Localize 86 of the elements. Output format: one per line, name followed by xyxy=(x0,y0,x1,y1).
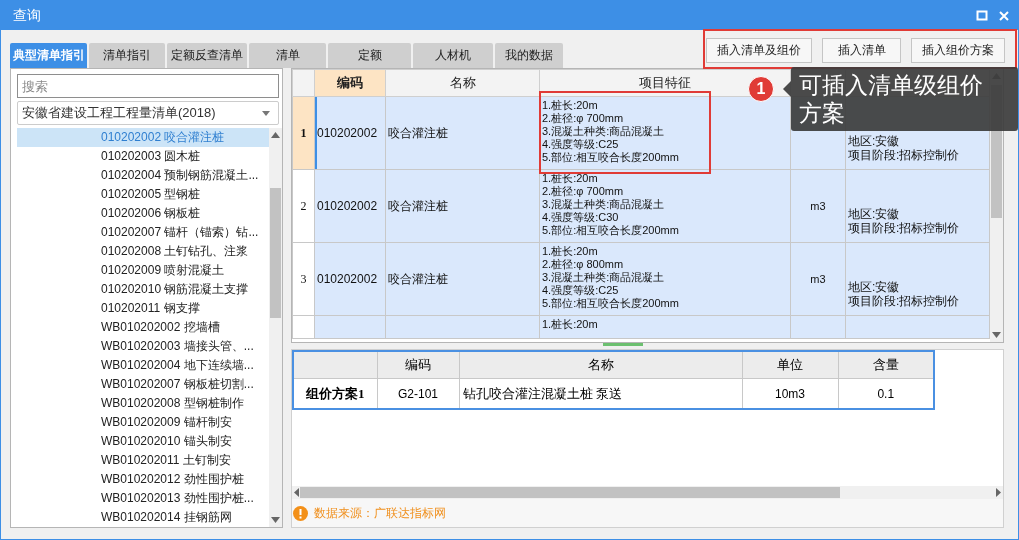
list-item[interactable]: 010202009 喷射混凝土 xyxy=(17,261,269,280)
list-item[interactable]: WB010202011 土钉制安 xyxy=(17,451,269,470)
column-header: 含量 xyxy=(838,351,934,379)
list-item[interactable]: WB010202012 劲性围护桩 xyxy=(17,470,269,489)
remark-line: 地区:安徽 xyxy=(848,134,901,148)
tooltip: 可插入清单级组价方案 xyxy=(783,67,1018,131)
list-item[interactable]: 010202005 型钢桩 xyxy=(17,185,269,204)
remark-line: 项目阶段:招标控制价 xyxy=(848,221,961,235)
column-header: 编码 xyxy=(314,69,386,97)
scrollbar[interactable] xyxy=(292,486,1003,499)
list-item[interactable]: WB010202013 劲性围护桩... xyxy=(17,489,269,508)
scroll-down-icon[interactable] xyxy=(271,517,280,523)
feature-line: 4.强度等级:C25 xyxy=(542,284,620,297)
feature-line: 1.桩长:20m xyxy=(542,318,599,331)
tab[interactable]: 清单指引 xyxy=(89,43,165,68)
feature-line: 3.混凝土种类:商品混凝土 xyxy=(542,125,666,138)
list-item[interactable]: 010202003 圆木桩 xyxy=(17,147,269,166)
table-cell: 010202002 xyxy=(317,272,378,286)
feature-line: 4.强度等级:C30 xyxy=(542,211,620,224)
list-item[interactable]: WB010202003 墙接头管、... xyxy=(17,337,269,356)
feature-line: 5.部位:相互咬合长度200mm xyxy=(542,151,680,164)
remark-line: 地区:安徽 xyxy=(848,207,901,221)
source-note: 数据来源：广联达指标网 xyxy=(314,504,446,522)
scrollbar-thumb[interactable] xyxy=(270,188,281,318)
scrollbar[interactable] xyxy=(269,128,282,527)
scrollbar-thumb[interactable] xyxy=(300,487,840,498)
search-field[interactable]: 搜索 xyxy=(17,74,279,98)
list-item[interactable]: 010202010 钢筋混凝土支撑 xyxy=(17,280,269,299)
table-cell: 咬合灌注桩 xyxy=(388,271,448,286)
tab[interactable]: 定额反查清单 xyxy=(167,43,247,68)
row-number[interactable]: 1 xyxy=(292,96,315,170)
remark-line: 项目阶段:招标控制价 xyxy=(848,148,961,162)
table-cell: 010202002 xyxy=(317,126,378,140)
list-item[interactable]: WB010202007 钢板桩切割... xyxy=(17,375,269,394)
list-item[interactable]: WB010202010 锚头制安 xyxy=(17,432,269,451)
feature-line: 1.桩长:20m xyxy=(542,172,599,185)
feature-line: 1.桩长:20m xyxy=(542,99,599,112)
maximize-icon[interactable] xyxy=(976,9,988,22)
tab[interactable]: 定额 xyxy=(328,43,411,68)
feature-line: 3.混凝土种类:商品混凝土 xyxy=(542,271,666,284)
list-item[interactable]: WB010202002 挖墙槽 xyxy=(17,318,269,337)
remark-line: 项目阶段:招标控制价 xyxy=(848,294,961,308)
list-item[interactable]: WB010202009 锚杆制安 xyxy=(17,413,269,432)
list-item[interactable]: WB010202004 地下连续墙... xyxy=(17,356,269,375)
list-item[interactable]: WB010202014 挂钢筋网 xyxy=(17,508,269,527)
feature-line: 2.桩径:φ 800mm xyxy=(542,258,625,271)
list-item[interactable]: 010202007 锚杆（锚索）钻... xyxy=(17,223,269,242)
list-item[interactable]: 010202004 预制钢筋混凝土... xyxy=(17,166,269,185)
table-cell: m3 xyxy=(810,273,826,285)
list-item[interactable]: 010202011 钢支撑 xyxy=(17,299,269,318)
list-item[interactable]: 010202008 土钉钻孔、注浆 xyxy=(17,242,269,261)
list-item[interactable]: WB010202008 型钢桩制作 xyxy=(17,394,269,413)
table-cell: 咬合灌注桩 xyxy=(388,125,448,140)
feature-line: 3.混凝土种类:商品混凝土 xyxy=(542,198,666,211)
feature-line: 4.强度等级:C25 xyxy=(542,138,620,151)
feature-line: 1.桩长:20m xyxy=(542,245,599,258)
column-header: 名称 xyxy=(385,69,540,97)
toolbar-button[interactable]: 插入清单及组价 xyxy=(706,38,812,63)
scroll-up-icon[interactable] xyxy=(271,132,280,138)
library-dropdown[interactable]: 安徽省建设工程工程量清单(2018) xyxy=(17,101,279,125)
toolbar-button[interactable]: 插入清单 xyxy=(822,38,901,63)
list-item[interactable]: 010202006 钢板桩 xyxy=(17,204,269,223)
pointer-icon xyxy=(783,81,791,97)
scroll-right-icon[interactable] xyxy=(996,488,1001,497)
scroll-down-icon[interactable] xyxy=(992,332,1001,338)
row-number[interactable]: 3 xyxy=(292,242,315,316)
tab[interactable]: 我的数据 xyxy=(495,43,563,68)
tab[interactable]: 清单 xyxy=(249,43,326,68)
close-icon[interactable] xyxy=(998,9,1010,22)
caret-icon xyxy=(262,110,270,116)
column-header: 名称 xyxy=(459,351,742,379)
feature-line: 5.部位:相互咬合长度200mm xyxy=(542,297,680,310)
column-header: 编码 xyxy=(377,351,459,379)
splitter-handle[interactable] xyxy=(602,343,643,346)
feature-line: 2.桩径:φ 700mm xyxy=(542,112,625,125)
remark-line: 地区:安徽 xyxy=(848,280,901,294)
table-cell: m3 xyxy=(810,200,826,212)
window-title: 查询 xyxy=(13,6,42,25)
table-cell: 咬合灌注桩 xyxy=(388,198,448,213)
feature-line: 5.部位:相互咬合长度200mm xyxy=(542,224,680,237)
table-cell: 010202002 xyxy=(317,199,378,213)
feature-line: 2.桩径:φ 700mm xyxy=(542,185,625,198)
column-header: 单位 xyxy=(742,351,838,379)
toolbar-button[interactable]: 插入组价方案 xyxy=(911,38,1005,63)
tab[interactable]: 人材机 xyxy=(413,43,493,68)
row-number[interactable]: 2 xyxy=(292,169,315,243)
